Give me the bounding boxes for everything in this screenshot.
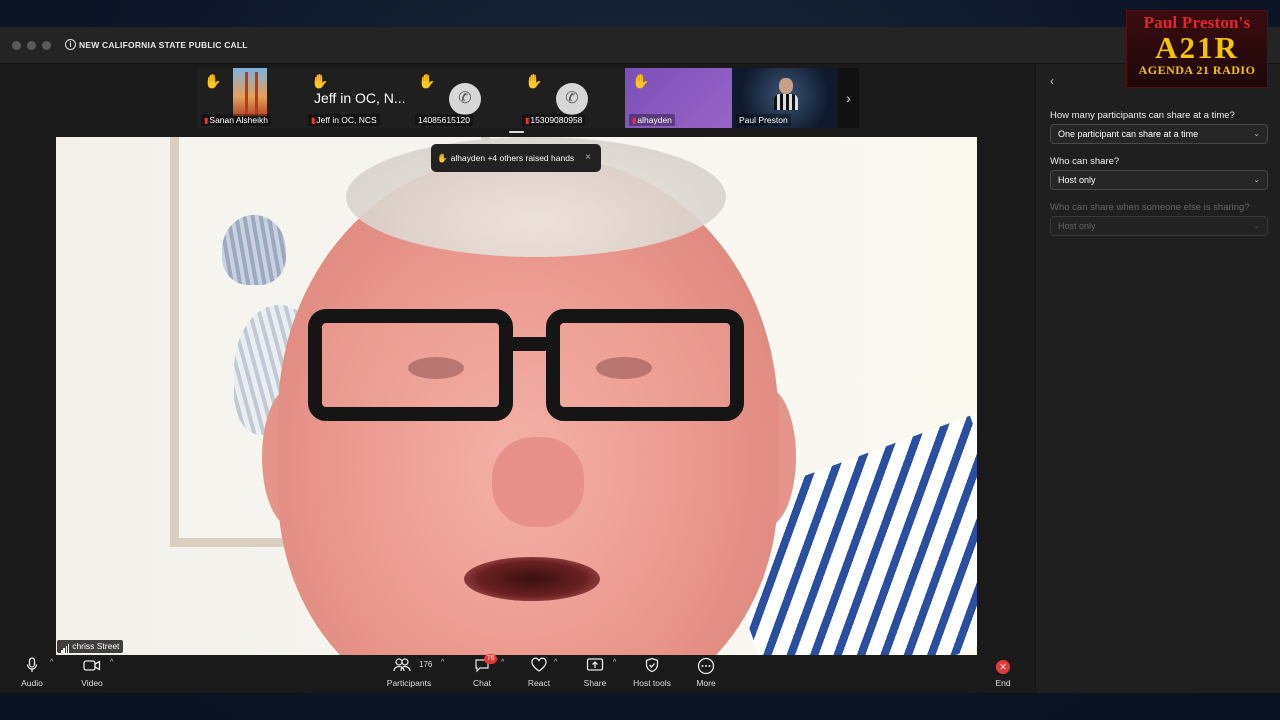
speaker-name-badge: chriss Street xyxy=(57,640,124,653)
who-can-share-select[interactable]: Host only ⌄ xyxy=(1050,170,1268,190)
share-screen-icon xyxy=(581,657,609,675)
meeting-toolbar: Audio ^ Video ^ Participants 176 ^ Chat … xyxy=(0,654,1035,693)
meeting-info-icon[interactable]: i xyxy=(65,39,76,50)
glasses-lens xyxy=(308,309,513,421)
share-label: Share xyxy=(583,678,607,688)
raised-hand-icon: ✋ xyxy=(632,73,650,89)
audio-label: Audio xyxy=(21,678,43,688)
participant-tile[interactable]: ✋ ▮alhayden xyxy=(625,68,732,128)
who-can-share-question: Who can share? xyxy=(1050,156,1120,167)
zoom-window-button[interactable] xyxy=(42,41,51,50)
share-count-value: One participant can share at a time xyxy=(1058,129,1199,139)
react-label: React xyxy=(527,678,551,688)
chevron-down-icon: ⌄ xyxy=(1253,175,1260,184)
participant-name: Paul Preston xyxy=(739,115,788,125)
chevron-down-icon: ⌄ xyxy=(1253,129,1260,138)
share-button[interactable]: Share xyxy=(581,657,609,688)
share-while-sharing-value: Host only xyxy=(1058,221,1096,231)
chat-options-caret[interactable]: ^ xyxy=(501,659,504,666)
title-bar: i NEW CALIFORNIA STATE PUBLIC CALL xyxy=(0,27,1280,64)
raised-hand-icon: ✋ xyxy=(418,73,436,89)
muted-mic-icon: ▮ xyxy=(632,116,637,125)
raised-hand-icon: ✋ xyxy=(311,73,329,89)
who-can-share-value: Host only xyxy=(1058,175,1096,185)
window-title: NEW CALIFORNIA STATE PUBLIC CALL xyxy=(79,40,248,50)
participant-name: alhayden xyxy=(637,115,672,125)
participant-name: 14085615120 xyxy=(418,115,471,125)
audio-button[interactable]: Audio xyxy=(18,657,46,688)
close-window-button[interactable] xyxy=(12,41,21,50)
participant-count: 176 xyxy=(419,660,433,669)
participant-display-name: Jeff in OC, N... xyxy=(314,90,406,106)
participant-tile[interactable]: ✋ ▮Sanan Alsheikh xyxy=(197,68,304,128)
video-camera-icon xyxy=(78,657,106,675)
shield-icon xyxy=(630,657,674,675)
glasses-bridge xyxy=(508,337,552,351)
end-x-icon: ✕ xyxy=(996,660,1010,674)
share-options-caret[interactable]: ^ xyxy=(613,659,616,666)
back-arrow-icon[interactable]: ‹ xyxy=(1050,74,1054,88)
heart-icon xyxy=(524,657,554,675)
raised-hand-icon: ✋ xyxy=(204,73,222,89)
phone-icon: ✆ xyxy=(556,83,588,115)
golden-gate-photo xyxy=(233,68,267,116)
more-label: More xyxy=(696,678,716,688)
active-speaker-video xyxy=(56,137,977,655)
speaker-mouth xyxy=(464,557,600,601)
participant-tile[interactable]: ✋ ✆ 14085615120 xyxy=(411,68,518,128)
share-while-sharing-select: Host only ⌄ xyxy=(1050,216,1268,236)
close-icon[interactable]: × xyxy=(585,144,591,172)
muted-mic-icon: ▮ xyxy=(204,116,209,125)
microphone-icon xyxy=(18,657,46,675)
video-label: Video xyxy=(81,678,103,688)
muted-mic-icon: ▮ xyxy=(311,116,316,125)
more-button[interactable]: More xyxy=(692,657,720,688)
participant-name: Sanan Alsheikh xyxy=(209,115,269,125)
raised-hand-icon: ✋ xyxy=(437,153,448,163)
logo-line2: A21R xyxy=(1155,30,1239,65)
raised-hand-icon: ✋ xyxy=(525,73,543,89)
notification-text: alhayden +4 others raised hands xyxy=(450,153,575,163)
agenda21-radio-logo: Paul Preston's A21R AGENDA 21 RADIO xyxy=(1126,10,1268,88)
end-label: End xyxy=(995,678,1011,688)
participant-tile[interactable]: Paul Preston xyxy=(732,68,839,128)
unread-chat-badge: 76 xyxy=(484,654,497,664)
participant-name: 15309080958 xyxy=(530,115,583,125)
participants-options-caret[interactable]: ^ xyxy=(441,659,444,666)
chat-label: Chat xyxy=(473,678,491,688)
host-tools-label: Host tools xyxy=(633,678,671,688)
participant-tile[interactable]: ✋ Jeff in OC, N... ▮Jeff in OC, NCS xyxy=(304,68,411,128)
signal-strength-icon xyxy=(61,640,70,653)
gallery-page-indicator xyxy=(509,131,524,133)
more-dots-icon xyxy=(692,657,720,675)
speaker-nose xyxy=(492,437,584,527)
share-settings-panel: ‹ How many participants can share at a t… xyxy=(1035,64,1280,693)
audio-options-caret[interactable]: ^ xyxy=(50,659,53,666)
share-while-sharing-question: Who can share when someone else is shari… xyxy=(1050,202,1250,213)
glasses-lens xyxy=(546,309,744,421)
seashell-art xyxy=(222,215,286,285)
raised-hands-notification[interactable]: ✋ alhayden +4 others raised hands × xyxy=(431,144,601,172)
participant-name: Jeff in OC, NCS xyxy=(316,115,377,125)
chevron-down-icon: ⌄ xyxy=(1253,221,1260,230)
chevron-right-icon[interactable]: › xyxy=(838,68,859,128)
gallery-strip: ✋ ▮Sanan Alsheikh ✋ Jeff in OC, N... ▮Je… xyxy=(197,68,859,128)
logo-line3: AGENDA 21 RADIO xyxy=(1138,63,1256,77)
minimize-window-button[interactable] xyxy=(27,41,36,50)
participant-video xyxy=(774,78,798,110)
zoom-window: i NEW CALIFORNIA STATE PUBLIC CALL ✋ ▮Sa… xyxy=(0,27,1280,693)
host-tools-button[interactable]: Host tools xyxy=(630,657,674,688)
end-meeting-button[interactable]: ✕ End xyxy=(990,657,1016,688)
video-button[interactable]: Video xyxy=(78,657,106,688)
share-count-select[interactable]: One participant can share at a time ⌄ xyxy=(1050,124,1268,144)
participant-tile[interactable]: ✋ ✆ ▮15309080958 xyxy=(518,68,625,128)
react-options-caret[interactable]: ^ xyxy=(554,659,557,666)
phone-icon: ✆ xyxy=(449,83,481,115)
participants-label: Participants xyxy=(386,678,432,688)
muted-mic-icon: ▮ xyxy=(525,116,530,125)
video-options-caret[interactable]: ^ xyxy=(110,659,113,666)
react-button[interactable]: React xyxy=(524,657,554,688)
speaker-name: chriss Street xyxy=(72,641,120,651)
share-count-question: How many participants can share at a tim… xyxy=(1050,110,1235,121)
